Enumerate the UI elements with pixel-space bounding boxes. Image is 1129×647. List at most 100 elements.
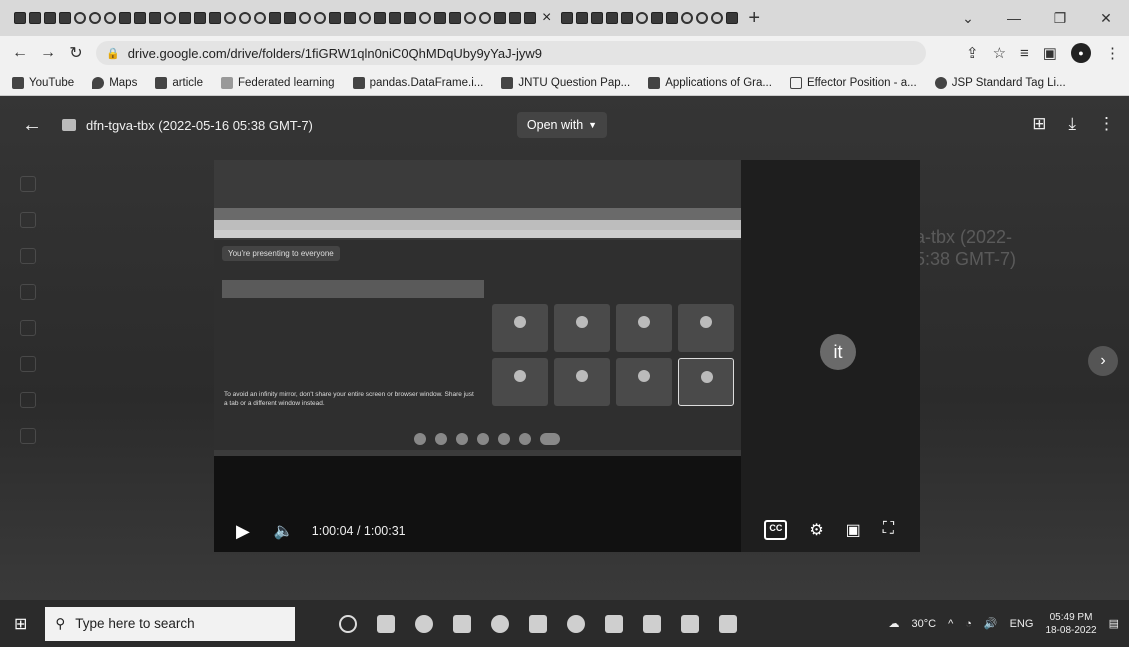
tab-icon[interactable] (269, 12, 281, 24)
bookmark-item[interactable]: YouTube (12, 76, 74, 89)
windows-start-icon[interactable]: ⊞ (14, 614, 27, 634)
restore-icon[interactable]: ❐ (1037, 10, 1083, 27)
tab-icon[interactable] (254, 12, 266, 24)
lock-icon[interactable]: 🔒 (106, 47, 120, 60)
app-icon[interactable] (491, 614, 510, 633)
tab-icon[interactable] (726, 12, 739, 24)
tab-icon[interactable] (179, 12, 191, 24)
tab-icon[interactable] (374, 12, 386, 24)
app-icon[interactable] (529, 614, 548, 633)
tab-icon[interactable] (89, 12, 101, 24)
tab-icon[interactable] (464, 12, 476, 24)
tab-icon[interactable] (194, 12, 206, 24)
tab-icon[interactable] (284, 12, 296, 24)
tab-icon[interactable] (149, 12, 161, 24)
next-file-button[interactable]: › (1088, 346, 1118, 376)
tab-icon[interactable] (434, 12, 446, 24)
tab-icon[interactable] (44, 12, 56, 24)
tab-icon[interactable] (164, 12, 176, 24)
minimize-icon[interactable]: — (991, 10, 1037, 26)
back-icon[interactable]: ← (6, 44, 34, 62)
tab-icon[interactable] (74, 12, 86, 24)
add-to-drive-icon[interactable]: ⊞ (1032, 114, 1046, 134)
bookmark-item[interactable]: Effector Position - a... (789, 76, 917, 89)
miniplayer-icon[interactable]: ▣ (846, 520, 861, 540)
app-icon[interactable] (605, 614, 624, 633)
tab-icon[interactable] (711, 12, 724, 24)
file-explorer-icon[interactable] (453, 614, 472, 633)
volume-tray-icon[interactable]: 🔊 (984, 617, 998, 630)
tab-icon[interactable] (29, 12, 41, 24)
tab-icon[interactable] (419, 12, 431, 24)
tab-icon[interactable] (479, 12, 491, 24)
menu-icon[interactable]: ⋮ (1105, 44, 1120, 62)
clock[interactable]: 05:49 PM 18-08-2022 (1045, 611, 1096, 637)
play-icon[interactable]: ▶ (236, 521, 250, 542)
task-view-icon[interactable] (377, 614, 396, 633)
close-window-icon[interactable]: ✕ (1083, 10, 1129, 27)
share-icon[interactable]: ⇪ (966, 44, 979, 62)
tab-icon[interactable] (524, 12, 536, 24)
tab-close-icon[interactable]: × (542, 9, 551, 27)
tab-icon[interactable] (636, 12, 649, 24)
download-icon[interactable]: ⤓ (1068, 114, 1076, 134)
edge-icon[interactable] (415, 614, 434, 633)
tab-icon[interactable] (606, 12, 619, 24)
reading-list-icon[interactable]: ≡ (1020, 45, 1029, 62)
bookmark-item[interactable]: Maps (92, 76, 137, 89)
tab-icon[interactable] (681, 12, 694, 24)
new-tab-button[interactable]: + (748, 7, 760, 30)
chevron-up-icon[interactable]: ^ (948, 618, 953, 630)
tab-icon[interactable] (14, 12, 26, 24)
tab-icon[interactable] (119, 12, 131, 24)
tab-icon[interactable] (576, 12, 589, 24)
tab-icon[interactable] (359, 12, 371, 24)
bookmark-item[interactable]: pandas.DataFrame.i... (352, 76, 483, 89)
bookmark-item[interactable]: Federated learning (221, 76, 335, 89)
fullscreen-icon[interactable]: ⛶ (883, 520, 894, 540)
bookmark-star-icon[interactable]: ☆ (993, 44, 1006, 62)
settings-gear-icon[interactable]: ⚙ (809, 520, 823, 540)
url-field[interactable]: 🔒 drive.google.com/drive/folders/1fiGRW1… (96, 41, 926, 65)
app-icon[interactable] (719, 614, 738, 633)
tab-icon[interactable] (591, 12, 604, 24)
bookmark-item[interactable]: JNTU Question Pap... (501, 76, 630, 89)
bookmark-item[interactable]: JSP Standard Tag Li... (934, 76, 1066, 89)
cortana-icon[interactable] (339, 614, 358, 633)
tab-search-icon[interactable]: ⌄ (945, 10, 991, 27)
volume-icon[interactable]: 🔈 (274, 521, 294, 541)
tab-icon[interactable] (561, 12, 574, 24)
chrome-icon[interactable] (567, 614, 586, 633)
language-indicator[interactable]: ENG (1010, 618, 1034, 630)
tab-icon[interactable] (209, 12, 221, 24)
tab-favicons-right[interactable] (551, 12, 739, 24)
tab-icon[interactable] (314, 12, 326, 24)
tab-icon[interactable] (344, 12, 356, 24)
notifications-icon[interactable]: ▤ (1109, 617, 1119, 630)
more-options-icon[interactable]: ⋮ (1098, 114, 1115, 134)
tab-icon[interactable] (239, 12, 251, 24)
word-icon[interactable] (643, 614, 662, 633)
taskbar-search-box[interactable]: ⚲ Type here to search (45, 606, 296, 641)
tab-icon[interactable] (509, 12, 521, 24)
tab-icon[interactable] (329, 12, 341, 24)
tab-icon[interactable] (666, 12, 679, 24)
video-player[interactable]: You're presenting to everyone To avoid a… (214, 160, 920, 552)
tab-icon[interactable] (59, 12, 71, 24)
open-with-button[interactable]: Open with ▼ (517, 112, 607, 138)
tab-icon[interactable] (494, 12, 506, 24)
temperature[interactable]: 30°C (911, 618, 936, 630)
side-panel-icon[interactable]: ▣ (1043, 44, 1057, 62)
tab-icon[interactable] (134, 12, 146, 24)
reload-icon[interactable]: ↻ (62, 43, 90, 63)
tab-icon[interactable] (621, 12, 634, 24)
back-arrow-icon[interactable]: ← (22, 114, 42, 137)
app-icon[interactable] (681, 614, 700, 633)
tab-icon[interactable] (389, 12, 401, 24)
tab-favicons[interactable] (0, 12, 536, 24)
forward-icon[interactable]: → (34, 44, 62, 62)
weather-icon[interactable]: ☁ (888, 617, 899, 630)
tab-icon[interactable] (696, 12, 709, 24)
bookmark-item[interactable]: Applications of Gra... (648, 76, 772, 89)
captions-button[interactable]: CC (764, 520, 788, 540)
